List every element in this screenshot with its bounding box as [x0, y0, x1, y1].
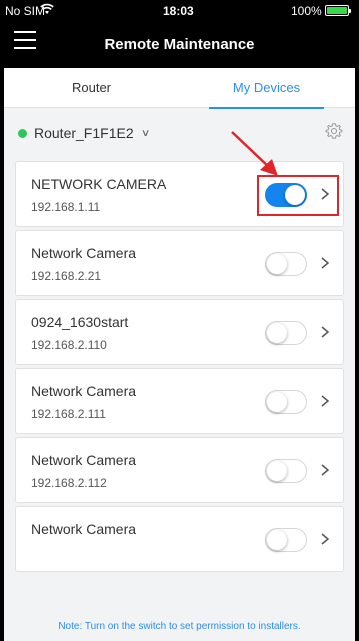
gear-icon[interactable] — [325, 122, 343, 140]
carrier-label: No SIM — [5, 4, 46, 18]
toggle-knob — [267, 461, 287, 481]
device-name: Network Camera — [31, 245, 137, 261]
annotation-highlight-box — [257, 175, 339, 216]
device-name: Network Camera — [31, 521, 137, 537]
tab-router[interactable]: Router — [4, 68, 179, 108]
app-screen: No SIM 18:03 100% Remote Maintenance Rou… — [0, 0, 359, 641]
device-name: NETWORK CAMERA — [31, 176, 167, 192]
chevron-right-icon[interactable] — [319, 253, 331, 273]
device-ip: 192.168.2.112 — [31, 476, 107, 490]
device-ip: 192.168.2.111 — [31, 407, 106, 421]
tab-my-devices[interactable]: My Devices — [179, 68, 354, 109]
chevron-down-icon: ∨ — [140, 127, 151, 139]
device-name: Network Camera — [31, 383, 137, 399]
toggle-knob — [267, 254, 287, 274]
clock: 18:03 — [163, 4, 194, 18]
status-bar: No SIM 18:03 100% — [0, 0, 359, 22]
device-card[interactable]: 0924_1630start 192.168.2.110 — [15, 299, 344, 365]
nav-bar: Remote Maintenance — [0, 22, 359, 68]
chevron-right-icon[interactable] — [319, 322, 331, 342]
note-bar: Note: Turn on the switch to set permissi… — [4, 615, 355, 641]
tab-bar: Router My Devices — [4, 68, 355, 109]
device-ip: 192.168.2.21 — [31, 269, 102, 283]
router-row: Router_F1F1E2 ∨ — [4, 108, 355, 156]
device-ip: 192.168.1.11 — [31, 200, 101, 214]
chevron-right-icon[interactable] — [319, 391, 331, 411]
permission-toggle[interactable] — [265, 528, 307, 552]
device-card[interactable]: Network Camera 192.168.2.111 — [15, 368, 344, 434]
tab-my-devices-label: My Devices — [232, 80, 301, 95]
page-title: Remote Maintenance — [104, 36, 255, 53]
toggle-knob — [267, 323, 287, 343]
main-content: Router My Devices Router_F1F1E2 ∨ NETWOR… — [4, 68, 355, 641]
chevron-right-icon[interactable] — [319, 529, 331, 549]
toggle-knob — [267, 530, 287, 550]
device-card[interactable]: Network Camera 192.168.2.112 — [15, 437, 344, 503]
permission-toggle[interactable] — [265, 252, 307, 276]
router-name: Router_F1F1E2 — [34, 125, 134, 141]
device-name: Network Camera — [31, 452, 137, 468]
device-card[interactable]: Network Camera — [15, 506, 344, 572]
device-card[interactable]: Network Camera 192.168.2.21 — [15, 230, 344, 296]
wifi-icon — [40, 3, 54, 14]
tab-router-label: Router — [71, 80, 112, 95]
chevron-right-icon[interactable] — [319, 460, 331, 480]
permission-toggle[interactable] — [265, 459, 307, 483]
note-text: Note: Turn on the switch to set permissi… — [58, 621, 301, 632]
router-selector[interactable]: Router_F1F1E2 ∨ — [18, 124, 151, 142]
device-name: 0924_1630start — [31, 314, 129, 330]
battery-percent: 100% — [291, 4, 322, 18]
online-status-dot — [18, 128, 27, 138]
device-card[interactable]: NETWORK CAMERA 192.168.1.11 — [15, 161, 344, 227]
permission-toggle[interactable] — [265, 321, 307, 345]
device-ip: 192.168.2.110 — [31, 338, 107, 352]
permission-toggle[interactable] — [265, 390, 307, 414]
toggle-knob — [267, 392, 287, 412]
battery-icon — [325, 5, 351, 16]
